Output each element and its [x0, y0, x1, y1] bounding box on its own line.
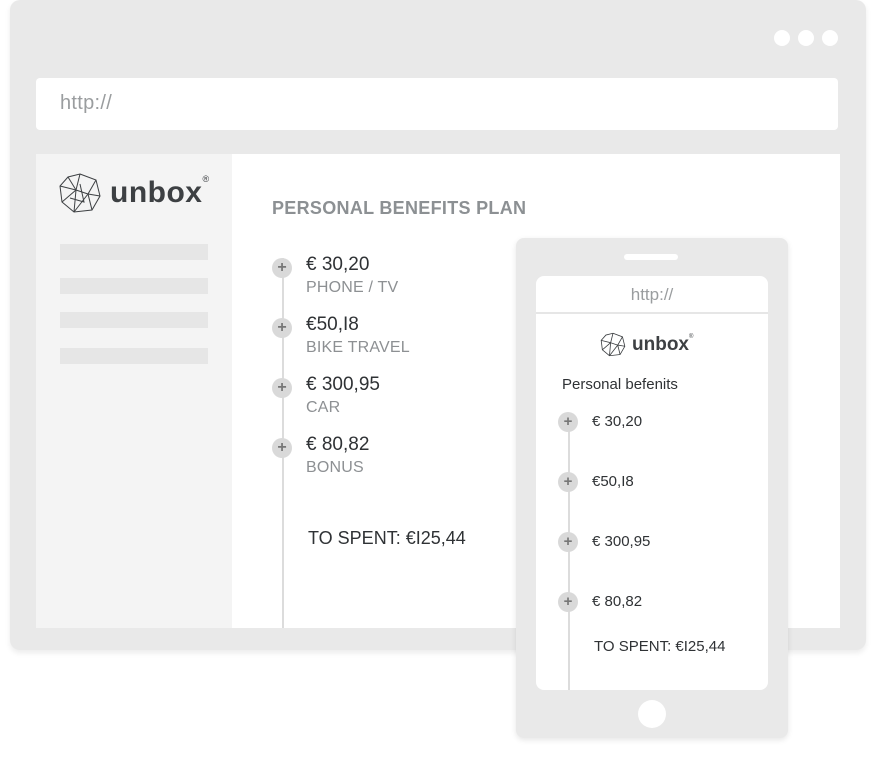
brand-name: unbox: [110, 176, 203, 209]
plus-icon[interactable]: +: [558, 592, 578, 612]
sidebar-placeholder-item[interactable]: [60, 312, 208, 328]
address-bar-text: http://: [60, 92, 113, 114]
plus-icon[interactable]: +: [272, 438, 292, 458]
brand-logo[interactable]: unbox ®: [58, 172, 209, 214]
benefit-label: BIKE TRAVEL: [306, 339, 410, 356]
phone-benefit-amount: €50,I8: [592, 473, 634, 490]
brand-registered-mark: ®: [202, 174, 210, 184]
plus-icon[interactable]: +: [558, 412, 578, 432]
phone-benefit-amount: € 30,20: [592, 413, 643, 430]
plus-icon[interactable]: +: [272, 318, 292, 338]
benefit-amount: €50,I8: [306, 314, 359, 335]
phone-timeline-line: [568, 414, 570, 690]
phone-mockup: http:// unbox ® Personal befenits + € 30,…: [516, 238, 788, 738]
phone-address-text: http://: [630, 285, 674, 304]
phone-brand-name: unbox: [632, 333, 689, 355]
benefit-amount: € 80,82: [306, 434, 370, 455]
sidebar-placeholder-item[interactable]: [60, 348, 208, 364]
phone-address-bar[interactable]: http://: [536, 276, 768, 314]
phone-brand-logo[interactable]: unbox ®: [600, 332, 693, 357]
phone-brand-registered-mark: ®: [689, 333, 694, 340]
plus-icon[interactable]: +: [272, 258, 292, 278]
sidebar-placeholder-item[interactable]: [60, 278, 208, 294]
window-dot-1[interactable]: [774, 30, 790, 46]
phone-home-button[interactable]: [638, 700, 666, 728]
geodesic-logo-icon: [600, 332, 626, 357]
page-title: PERSONAL BENEFITS PLAN: [272, 198, 527, 218]
window-controls: [774, 30, 838, 46]
window-dot-3[interactable]: [822, 30, 838, 46]
benefit-label: PHONE / TV: [306, 279, 399, 296]
geodesic-logo-icon: [59, 173, 101, 213]
phone-total-to-spend: TO SPENT: €I25,44: [594, 638, 726, 655]
benefit-amount: € 30,20: [306, 254, 370, 275]
sidebar: unbox ®: [36, 154, 232, 628]
benefit-label: CAR: [306, 399, 341, 416]
plus-icon[interactable]: +: [558, 472, 578, 492]
phone-speaker: [624, 254, 678, 260]
phone-screen: http:// unbox ® Personal befenits + € 30,…: [536, 276, 768, 690]
phone-page-title: Personal befenits: [562, 376, 678, 393]
plus-icon[interactable]: +: [558, 532, 578, 552]
benefit-amount: € 300,95: [306, 374, 380, 395]
address-bar[interactable]: http://: [36, 78, 838, 130]
window-dot-2[interactable]: [798, 30, 814, 46]
plus-icon[interactable]: +: [272, 378, 292, 398]
benefit-label: BONUS: [306, 459, 364, 476]
phone-benefit-amount: € 80,82: [592, 593, 643, 610]
total-to-spend: TO SPENT: €I25,44: [308, 528, 466, 548]
sidebar-placeholder-item[interactable]: [60, 244, 208, 260]
phone-benefit-amount: € 300,95: [592, 533, 651, 550]
